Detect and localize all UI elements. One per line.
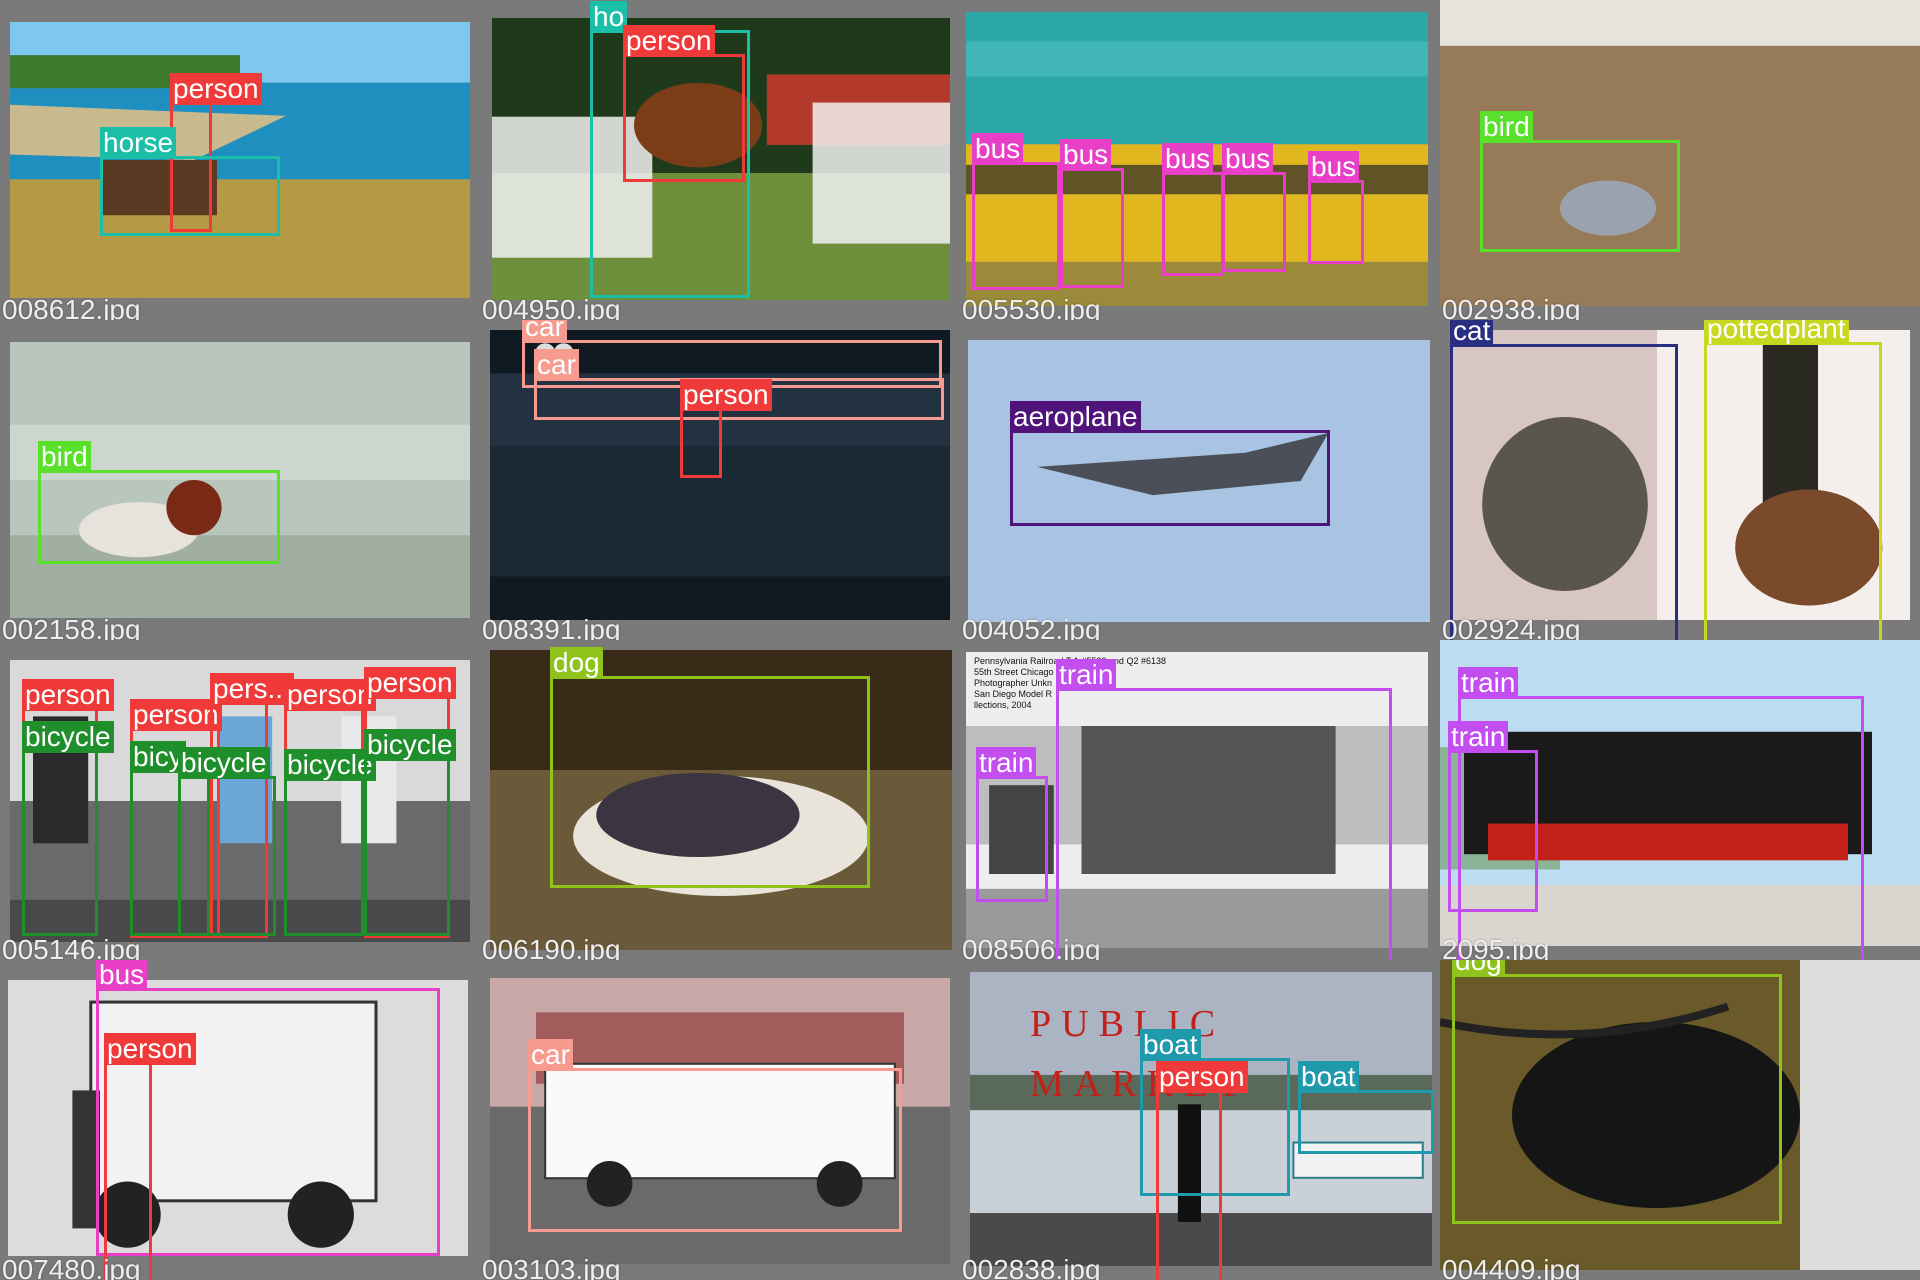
bbox-label: person (680, 379, 772, 411)
bbox-label: bird (38, 441, 91, 473)
bbox-label: bicycle (284, 749, 376, 781)
bbox-label: car (528, 1039, 573, 1071)
bbox-label: bus (1222, 143, 1274, 175)
bbox-label: person (130, 699, 222, 731)
image-filename: 008612.jpg (2, 294, 141, 320)
bbox-label: train (1448, 721, 1509, 753)
bbox-boat: boat (1298, 1061, 1434, 1154)
bbox-label: person (104, 1033, 196, 1065)
bbox-bird: bird (38, 441, 280, 564)
bbox-label: train (1056, 659, 1117, 691)
bbox-car: car (528, 1039, 902, 1232)
image-filename: 002158.jpg (2, 614, 141, 640)
bbox-label: person (170, 73, 262, 105)
image-filename: 004950.jpg (482, 294, 621, 320)
bbox-label: boat (1140, 1029, 1201, 1061)
bbox-label: person (623, 25, 715, 57)
image-filename: 002924.jpg (1442, 614, 1581, 640)
bbox-person: person (680, 379, 772, 478)
bbox-label: train (976, 747, 1037, 779)
mosaic-tile: bird 002158.jpg (0, 320, 480, 640)
bbox-label: car (534, 349, 579, 381)
mosaic-tile: bird 002938.jpg (1440, 0, 1920, 320)
bbox-bicycle: bicycle (364, 729, 456, 936)
mosaic-tile: Pennsylvania Railroad T-1 #5533 and Q2 #… (960, 640, 1440, 960)
bbox-label: bird (1480, 111, 1533, 143)
bbox-bus: bus (972, 133, 1060, 290)
image-filename: 006190.jpg (482, 934, 621, 960)
bbox-bus: bus (1060, 139, 1124, 288)
mosaic-tile: dog 004409.jpg (1440, 960, 1920, 1280)
bbox-aeroplane: aeroplane (1010, 401, 1330, 526)
mosaic-tile: person horse 008612.jpg (0, 0, 480, 320)
bbox-label: dog (550, 647, 603, 679)
bbox-label: pers... (210, 673, 294, 705)
bbox-label: person (22, 679, 114, 711)
bbox-label: boat (1298, 1061, 1359, 1093)
bbox-train: train (976, 747, 1048, 902)
bbox-label: bus (1162, 143, 1214, 175)
mosaic-tile: PUBLIC MARKET boat person boat 002838.jpg (960, 960, 1440, 1280)
bbox-bicycle: bicycle (178, 747, 276, 936)
mosaic-tile: dog 006190.jpg (480, 640, 960, 960)
image-filename: 008506.jpg (962, 934, 1101, 960)
image-filename: 2095.jpg (1442, 934, 1550, 960)
mosaic-tile: car 003103.jpg (480, 960, 960, 1280)
bbox-label: horse (100, 127, 177, 159)
bbox-bird: bird (1480, 111, 1680, 252)
bbox-label: bus (1308, 151, 1360, 183)
bbox-train: train (1056, 659, 1392, 960)
bbox-label: aeroplane (1010, 401, 1141, 433)
bbox-label: person (364, 667, 456, 699)
image-filename: 005530.jpg (962, 294, 1101, 320)
bbox-dog: dog (1452, 960, 1782, 1224)
bbox-label: bicycle (364, 729, 456, 761)
image-filename: 008391.jpg (482, 614, 621, 640)
image-filename: 005146.jpg (2, 934, 141, 960)
mosaic-tile: bus person 007480.jpg (0, 960, 480, 1280)
bbox-label: bus (96, 960, 148, 991)
bbox-bus: bus (1308, 151, 1364, 264)
bbox-horse: horse (100, 127, 280, 236)
bbox-person: person (1156, 1061, 1248, 1280)
bbox-dog: dog (550, 647, 870, 888)
bbox-pottedplant: pottedplant (1704, 320, 1882, 640)
bbox-label: bicycle (22, 721, 114, 753)
image-filename: 004052.jpg (962, 614, 1101, 640)
bbox-label: car (522, 320, 567, 343)
bbox-label: person (1156, 1061, 1248, 1093)
bbox-person: person (104, 1033, 196, 1280)
bbox-label: person (284, 679, 376, 711)
bbox-bus: bus (1162, 143, 1224, 276)
image-filename: 004409.jpg (1442, 1254, 1581, 1280)
image-filename: 002938.jpg (1442, 294, 1581, 320)
image-filename: 007480.jpg (2, 1254, 141, 1280)
image-filename: 003103.jpg (482, 1254, 621, 1280)
bbox-bus: bus (1222, 143, 1286, 272)
bbox-label: bicycle (178, 747, 270, 779)
bbox-label: ho (590, 1, 628, 33)
bbox-person: person (623, 25, 745, 182)
mosaic-tile: aeroplane 004052.jpg (960, 320, 1440, 640)
bbox-bicycle: bicycle (284, 749, 376, 936)
bbox-train: train (1448, 721, 1538, 912)
mosaic-tile: car car person 008391.jpg (480, 320, 960, 640)
bbox-label: bus (972, 133, 1024, 165)
mosaic-tile: bus bus bus bus bus 005530.jpg (960, 0, 1440, 320)
bbox-bicycle: bicycle (22, 721, 114, 936)
mosaic-tile: person person pers... person person bicycle bi… (0, 640, 480, 960)
mosaic-tile: train train 2095.jpg (1440, 640, 1920, 960)
mosaic-tile: cat pottedplant 002924.jpg (1440, 320, 1920, 640)
bbox-label: train (1458, 667, 1519, 699)
bbox-cat: cat (1450, 320, 1678, 640)
bbox-label: pottedplant (1704, 320, 1849, 345)
detection-mosaic: person horse 008612.jpg ho person 004950.jpg b… (0, 0, 1920, 1280)
bbox-label: dog (1452, 960, 1505, 977)
image-filename: 002838.jpg (962, 1254, 1101, 1280)
bbox-label: cat (1450, 320, 1494, 347)
mosaic-tile: ho person 004950.jpg (480, 0, 960, 320)
bbox-label: bus (1060, 139, 1112, 171)
